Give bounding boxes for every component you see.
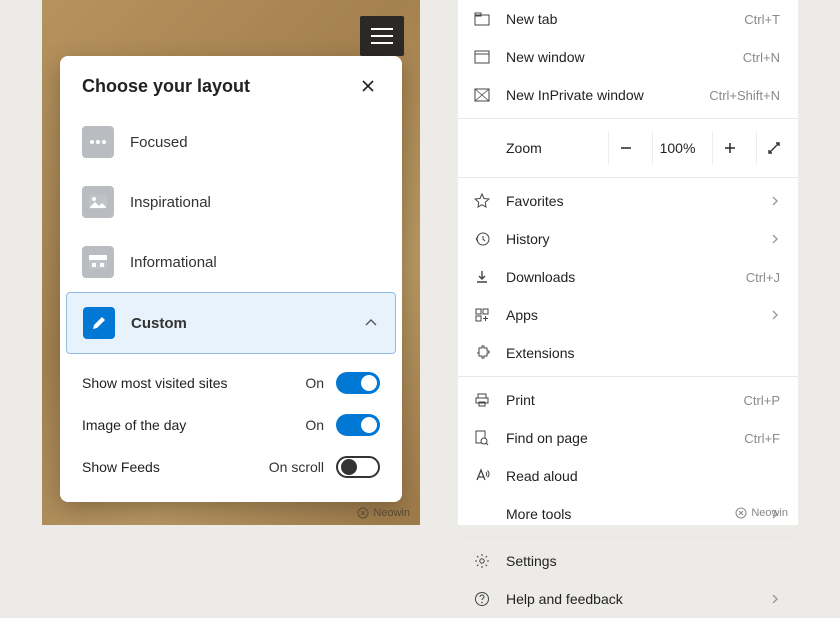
chevron-right-icon xyxy=(770,233,780,245)
chevron-right-icon xyxy=(770,309,780,321)
menu-separator xyxy=(458,118,798,119)
browser-menu: New tab Ctrl+T New window Ctrl+N New InP… xyxy=(458,0,798,525)
zoom-value: 100% xyxy=(652,131,702,165)
layout-option-focused[interactable]: Focused xyxy=(60,112,402,172)
menu-separator xyxy=(458,177,798,178)
menu-extensions[interactable]: Extensions xyxy=(458,334,798,372)
menu-shortcut: Ctrl+J xyxy=(746,270,780,285)
chevron-up-icon xyxy=(363,315,379,331)
menu-find-on-page[interactable]: Find on page Ctrl+F xyxy=(458,419,798,457)
menu-label: History xyxy=(506,231,756,247)
find-icon xyxy=(472,428,492,448)
menu-new-tab[interactable]: New tab Ctrl+T xyxy=(458,0,798,38)
menu-shortcut: Ctrl+F xyxy=(744,431,780,446)
menu-label: Find on page xyxy=(506,430,730,446)
layout-option-label: Custom xyxy=(131,315,187,332)
focused-icon xyxy=(82,126,114,158)
custom-icon xyxy=(83,307,115,339)
menu-label: New tab xyxy=(506,11,730,27)
history-icon xyxy=(472,229,492,249)
menu-label: New window xyxy=(506,49,729,65)
gear-icon xyxy=(472,551,492,571)
layout-card: Choose your layout Focused Inspirational… xyxy=(60,56,402,502)
setting-state: On xyxy=(305,375,324,391)
menu-settings[interactable]: Settings xyxy=(458,542,798,580)
menu-separator xyxy=(458,537,798,538)
menu-label: Read aloud xyxy=(506,468,780,484)
fullscreen-button[interactable] xyxy=(756,131,790,165)
watermark: Neowin xyxy=(735,507,788,519)
menu-label: More tools xyxy=(506,506,756,522)
menu-downloads[interactable]: Downloads Ctrl+J xyxy=(458,258,798,296)
setting-show-feeds: Show Feeds On scroll xyxy=(82,446,380,488)
menu-label: New InPrivate window xyxy=(506,87,695,103)
layout-option-label: Informational xyxy=(130,254,217,271)
apps-icon xyxy=(472,305,492,325)
inspirational-icon xyxy=(82,186,114,218)
zoom-in-button[interactable] xyxy=(712,131,746,165)
toggle-most-visited[interactable] xyxy=(336,372,380,394)
chevron-right-icon xyxy=(770,593,780,605)
menu-zoom-row: Zoom 100% xyxy=(458,123,798,173)
menu-label: Help and feedback xyxy=(506,591,756,607)
star-icon xyxy=(472,191,492,211)
chevron-right-icon xyxy=(770,195,780,207)
menu-read-aloud[interactable]: Read aloud xyxy=(458,457,798,495)
menu-new-inprivate[interactable]: New InPrivate window Ctrl+Shift+N xyxy=(458,76,798,114)
new-window-icon xyxy=(472,47,492,67)
layout-option-label: Focused xyxy=(130,134,188,151)
menu-label: Apps xyxy=(506,307,756,323)
setting-state: On scroll xyxy=(269,459,324,475)
layout-option-custom[interactable]: Custom xyxy=(66,292,396,354)
menu-apps[interactable]: Apps xyxy=(458,296,798,334)
read-aloud-icon xyxy=(472,466,492,486)
menu-shortcut: Ctrl+P xyxy=(744,393,780,408)
download-icon xyxy=(472,267,492,287)
setting-state: On xyxy=(305,417,324,433)
menu-separator xyxy=(458,376,798,377)
layout-option-label: Inspirational xyxy=(130,194,211,211)
hamburger-button[interactable] xyxy=(360,16,404,56)
menu-print[interactable]: Print Ctrl+P xyxy=(458,381,798,419)
setting-label: Show Feeds xyxy=(82,459,160,475)
setting-most-visited: Show most visited sites On xyxy=(82,362,380,404)
toggle-show-feeds[interactable] xyxy=(336,456,380,478)
menu-label: Favorites xyxy=(506,193,756,209)
menu-label: Downloads xyxy=(506,269,732,285)
setting-label: Show most visited sites xyxy=(82,375,228,391)
zoom-out-button[interactable] xyxy=(608,131,642,165)
menu-label: Extensions xyxy=(506,345,780,361)
menu-label: Print xyxy=(506,392,730,408)
new-tab-icon xyxy=(472,9,492,29)
menu-shortcut: Ctrl+T xyxy=(744,12,780,27)
watermark: Neowin xyxy=(357,507,410,519)
setting-image-of-day: Image of the day On xyxy=(82,404,380,446)
menu-favorites[interactable]: Favorites xyxy=(458,182,798,220)
menu-shortcut: Ctrl+N xyxy=(743,50,780,65)
inprivate-icon xyxy=(472,85,492,105)
menu-label: Settings xyxy=(506,553,780,569)
menu-help[interactable]: Help and feedback xyxy=(458,580,798,618)
help-icon xyxy=(472,589,492,609)
setting-label: Image of the day xyxy=(82,417,186,433)
menu-history[interactable]: History xyxy=(458,220,798,258)
toggle-image-of-day[interactable] xyxy=(336,414,380,436)
close-icon[interactable] xyxy=(356,74,380,98)
blank-icon xyxy=(472,504,492,524)
custom-settings: Show most visited sites On Image of the … xyxy=(60,354,402,488)
menu-new-window[interactable]: New window Ctrl+N xyxy=(458,38,798,76)
print-icon xyxy=(472,390,492,410)
menu-shortcut: Ctrl+Shift+N xyxy=(709,88,780,103)
layout-title: Choose your layout xyxy=(82,76,250,97)
extensions-icon xyxy=(472,343,492,363)
informational-icon xyxy=(82,246,114,278)
new-tab-background: Choose your layout Focused Inspirational… xyxy=(42,0,420,525)
zoom-label: Zoom xyxy=(506,140,598,156)
layout-option-inspirational[interactable]: Inspirational xyxy=(60,172,402,232)
layout-option-informational[interactable]: Informational xyxy=(60,232,402,292)
